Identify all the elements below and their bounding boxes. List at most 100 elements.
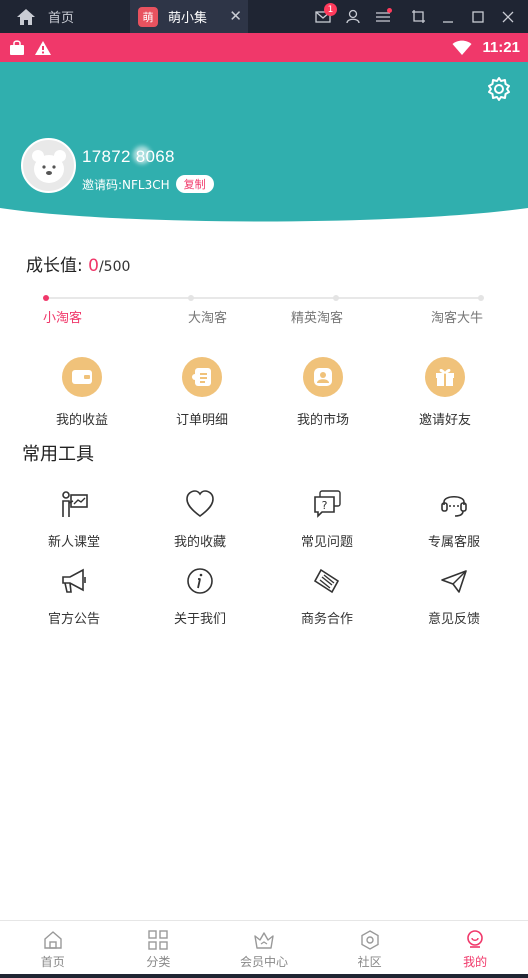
classroom-icon — [62, 491, 88, 517]
growth-value: 成长值: 0/500 — [26, 251, 130, 276]
quick-invite[interactable]: 邀请好友 — [395, 357, 495, 428]
growth-progress-bar — [43, 295, 484, 301]
headset-icon — [441, 495, 467, 517]
quick-label: 邀请好友 — [418, 413, 471, 428]
info-icon — [187, 568, 213, 594]
emulator-app-tab[interactable]: 萌 萌小集 ✕ — [130, 0, 248, 33]
emulator-bottom-edge — [0, 974, 528, 978]
people-icon — [303, 357, 343, 397]
nav-home[interactable]: 首页 — [0, 921, 106, 978]
home-icon — [44, 931, 62, 949]
emulator-tab-title: 萌小集 — [168, 11, 208, 26]
warning-icon — [35, 40, 51, 55]
grid-icon — [148, 930, 169, 950]
menu-button[interactable] — [371, 0, 395, 33]
user-icon — [346, 9, 360, 24]
emulator-home-label: 首页 — [48, 11, 75, 26]
tool-business[interactable]: 商务合作 — [277, 566, 377, 627]
question-icon: ? — [314, 490, 341, 518]
growth-max: /500 — [98, 259, 131, 275]
nav-category[interactable]: 分类 — [106, 921, 212, 978]
crop-icon — [411, 10, 425, 23]
home-icon — [17, 8, 35, 25]
level-label: 小淘客 — [43, 311, 83, 326]
quick-orders[interactable]: 订单明细 — [152, 357, 252, 428]
minimize-icon — [443, 20, 453, 23]
nav-mine[interactable]: 我的 — [422, 921, 528, 978]
nav-label: 分类 — [146, 955, 171, 969]
menu-dot — [387, 8, 392, 13]
tool-faq[interactable]: ? 常见问题 — [277, 489, 377, 550]
level-label: 精英淘客 — [291, 311, 344, 326]
tool-feedback[interactable]: 意见反馈 — [404, 566, 504, 627]
screenshot-button[interactable] — [406, 0, 430, 33]
paper-plane-icon — [441, 570, 467, 593]
close-window-button[interactable] — [496, 0, 520, 33]
nav-label: 首页 — [40, 955, 65, 969]
tool-label: 我的收藏 — [173, 535, 226, 550]
mail-button[interactable]: 1 — [311, 0, 337, 33]
status-time: 11:21 — [482, 39, 520, 56]
user-phone: 17872 8068 — [82, 147, 175, 166]
tool-label: 新人课堂 — [47, 535, 100, 550]
shopping-bag-icon — [10, 39, 24, 55]
bottom-nav: 首页 分类 会员中心 社区 我的 — [0, 920, 528, 978]
phone-privacy-mask — [133, 146, 151, 164]
invite-code: 邀请码:NFL3CH — [82, 177, 170, 192]
wallet-icon — [62, 357, 102, 397]
tool-label: 专属客服 — [427, 535, 480, 550]
maximize-button[interactable] — [466, 0, 490, 33]
tool-about-us[interactable]: 关于我们 — [150, 566, 250, 627]
tool-favorites[interactable]: 我的收藏 — [150, 489, 250, 550]
profile-icon — [467, 930, 483, 948]
level-label: 淘客大牛 — [431, 311, 484, 326]
quick-label: 我的收益 — [55, 413, 108, 428]
close-tab-icon[interactable]: ✕ — [229, 7, 242, 25]
handshake-icon — [313, 568, 340, 594]
quick-label: 我的市场 — [296, 413, 349, 428]
quick-label: 订单明细 — [175, 413, 228, 428]
bear-avatar-icon — [31, 149, 66, 183]
maximize-icon — [472, 10, 484, 23]
close-icon — [502, 11, 514, 22]
svg-text:?: ? — [322, 499, 328, 512]
megaphone-icon — [62, 568, 86, 593]
copy-invite-button[interactable]: 复制 — [175, 175, 214, 193]
header-wave — [0, 208, 528, 228]
status-bar: 11:21 — [0, 33, 528, 62]
app-icon: 萌 — [138, 6, 158, 27]
tool-label: 意见反馈 — [427, 612, 480, 627]
growth-current: 0 — [88, 256, 99, 276]
tool-customer-service[interactable]: 专属客服 — [404, 489, 504, 550]
nav-member-center[interactable]: 会员中心 — [211, 921, 317, 978]
tool-label: 常见问题 — [300, 535, 353, 550]
level-dot — [333, 295, 339, 301]
level-dot — [478, 295, 484, 301]
level-dot — [43, 295, 49, 301]
growth-label: 成长值: — [26, 256, 89, 276]
tools-section-title: 常用工具 — [22, 444, 94, 465]
settings-gear-icon[interactable] — [486, 76, 512, 102]
tool-label: 商务合作 — [300, 612, 353, 627]
tool-announcements[interactable]: 官方公告 — [24, 566, 124, 627]
gift-icon — [425, 357, 465, 397]
invite-code-row: 邀请码:NFL3CH 复制 — [82, 175, 214, 193]
minimize-button[interactable] — [436, 0, 460, 33]
level-label: 大淘客 — [188, 311, 228, 326]
quick-market[interactable]: 我的市场 — [273, 357, 373, 428]
receipt-icon — [182, 357, 222, 397]
tool-newbie-class[interactable]: 新人课堂 — [24, 489, 124, 550]
nav-label: 我的 — [463, 955, 488, 969]
emulator-bar: 首页 萌 萌小集 ✕ 1 — [0, 0, 528, 33]
emulator-controls: 1 — [308, 0, 528, 33]
nav-label: 会员中心 — [239, 955, 288, 969]
hexagon-icon — [360, 930, 379, 950]
emulator-home-tab[interactable]: 首页 — [0, 0, 130, 33]
nav-community[interactable]: 社区 — [317, 921, 423, 978]
avatar[interactable] — [21, 138, 76, 193]
nav-label: 社区 — [357, 955, 382, 969]
account-button[interactable] — [341, 0, 365, 33]
quick-earnings[interactable]: 我的收益 — [32, 357, 132, 428]
tool-label: 官方公告 — [47, 612, 100, 627]
mail-badge: 1 — [324, 3, 337, 16]
